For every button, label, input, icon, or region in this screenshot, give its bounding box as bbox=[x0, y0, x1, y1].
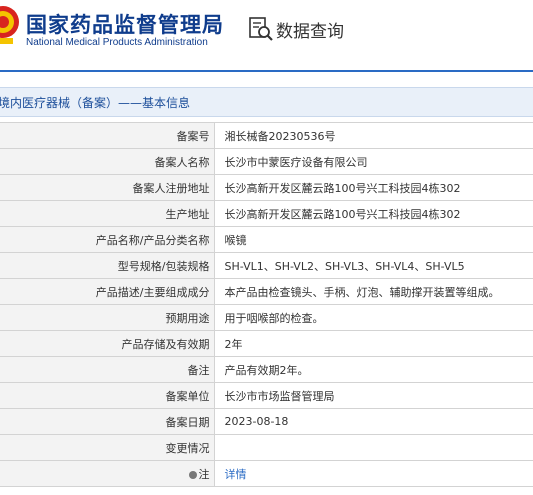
table-row: 产品存储及有效期 2年 bbox=[0, 330, 533, 357]
site-title: 国家药品监督管理局 bbox=[26, 13, 224, 37]
field-label-text: 型号规格/包装规格 bbox=[117, 259, 210, 273]
field-value: 湘长械备20230536号 bbox=[214, 122, 533, 149]
field-label-text: 产品名称/产品分类名称 bbox=[95, 233, 210, 247]
header-divider bbox=[0, 70, 533, 72]
field-value: 详情 bbox=[214, 460, 533, 487]
table-row: 变更情况 bbox=[0, 434, 533, 461]
table-row: 备案单位 长沙市市场监督管理局 bbox=[0, 382, 533, 409]
field-label: 备案号 bbox=[0, 122, 215, 149]
field-label: 预期用途 bbox=[0, 304, 215, 331]
field-label: 注 bbox=[0, 460, 215, 487]
table-row: 备案人注册地址 长沙高新开发区麓云路100号兴工科技园4栋302 bbox=[0, 174, 533, 201]
table-row: 备案日期 2023-08-18 bbox=[0, 408, 533, 435]
field-label-text: 备案号 bbox=[176, 129, 210, 143]
field-label: 备案人注册地址 bbox=[0, 174, 215, 201]
note-bullet-icon bbox=[188, 470, 197, 479]
field-label-text: 注 bbox=[198, 467, 210, 481]
field-value: 产品有效期2年。 bbox=[214, 356, 533, 383]
field-value-text: 本产品由检查镜头、手柄、灯泡、辅助撑开装置等组成。 bbox=[224, 285, 500, 299]
field-value-text: 长沙高新开发区麓云路100号兴工科技园4栋302 bbox=[224, 181, 461, 195]
table-row: 备案号 湘长械备20230536号 bbox=[0, 122, 533, 149]
field-value: 本产品由检查镜头、手柄、灯泡、辅助撑开装置等组成。 bbox=[214, 278, 533, 305]
field-value: 喉镜 bbox=[214, 226, 533, 253]
field-label-text: 备案单位 bbox=[165, 389, 210, 403]
table-row: 备案人名称 长沙市中蒙医疗设备有限公司 bbox=[0, 148, 533, 175]
field-label: 生产地址 bbox=[0, 200, 215, 227]
field-value-text: 产品有效期2年。 bbox=[224, 363, 309, 377]
field-value-text: 喉镜 bbox=[224, 233, 247, 247]
table-row: 预期用途 用于咽喉部的检查。 bbox=[0, 304, 533, 331]
field-value-text: 长沙市中蒙医疗设备有限公司 bbox=[224, 155, 368, 169]
field-label-text: 变更情况 bbox=[165, 441, 210, 455]
data-query-link[interactable]: 数据查询 bbox=[276, 17, 344, 42]
field-value bbox=[214, 434, 533, 461]
field-value-text: 湘长械备20230536号 bbox=[224, 129, 336, 143]
field-value: 长沙市中蒙医疗设备有限公司 bbox=[214, 148, 533, 175]
field-value: 2023-08-18 bbox=[214, 408, 533, 435]
field-value: 长沙市市场监督管理局 bbox=[214, 382, 533, 409]
field-label-text: 预期用途 bbox=[165, 311, 210, 325]
field-value: 用于咽喉部的检查。 bbox=[214, 304, 533, 331]
national-emblem-icon bbox=[0, 6, 19, 44]
field-label-text: 产品存储及有效期 bbox=[121, 337, 210, 351]
data-query-icon[interactable] bbox=[248, 16, 274, 42]
field-label: 备注 bbox=[0, 356, 215, 383]
table-row: 产品描述/主要组成成分 本产品由检查镜头、手柄、灯泡、辅助撑开装置等组成。 bbox=[0, 278, 533, 305]
record-info-table: 备案号 湘长械备20230536号 备案人名称 长沙市中蒙医疗设备有限公司 备案人注册地… bbox=[0, 122, 533, 487]
field-label: 变更情况 bbox=[0, 434, 215, 461]
field-value: 长沙高新开发区麓云路100号兴工科技园4栋302 bbox=[214, 174, 533, 201]
field-label: 产品存储及有效期 bbox=[0, 330, 215, 357]
field-label-text: 备案人名称 bbox=[154, 155, 210, 169]
field-label: 备案日期 bbox=[0, 408, 215, 435]
field-value-text: SH-VL1、SH-VL2、SH-VL3、SH-VL4、SH-VL5 bbox=[224, 259, 465, 273]
field-value-text: 长沙高新开发区麓云路100号兴工科技园4栋302 bbox=[224, 207, 461, 221]
field-value-text: 2023-08-18 bbox=[224, 415, 289, 428]
field-label: 备案人名称 bbox=[0, 148, 215, 175]
table-row: 生产地址 长沙高新开发区麓云路100号兴工科技园4栋302 bbox=[0, 200, 533, 227]
field-value: 2年 bbox=[214, 330, 533, 357]
site-header: 国家药品监督管理局 National Medical Products Admi… bbox=[0, 0, 533, 70]
field-label: 产品名称/产品分类名称 bbox=[0, 226, 215, 253]
field-value: 长沙高新开发区麓云路100号兴工科技园4栋302 bbox=[214, 200, 533, 227]
breadcrumb: 境内医疗器械（备案）——基本信息 bbox=[0, 96, 191, 110]
breadcrumb-bar: 境内医疗器械（备案）——基本信息 bbox=[0, 87, 533, 117]
field-label-text: 生产地址 bbox=[165, 207, 210, 221]
field-value-text: 长沙市市场监督管理局 bbox=[224, 389, 335, 403]
field-value: SH-VL1、SH-VL2、SH-VL3、SH-VL4、SH-VL5 bbox=[214, 252, 533, 279]
field-label: 型号规格/包装规格 bbox=[0, 252, 215, 279]
field-value-text: 2年 bbox=[224, 337, 243, 351]
field-label-text: 备注 bbox=[187, 363, 210, 377]
field-label: 备案单位 bbox=[0, 382, 215, 409]
field-label-text: 备案人注册地址 bbox=[132, 181, 210, 195]
field-label-text: 产品描述/主要组成成分 bbox=[95, 285, 210, 299]
table-row: 型号规格/包装规格 SH-VL1、SH-VL2、SH-VL3、SH-VL4、SH-… bbox=[0, 252, 533, 279]
table-row: 注 详情 bbox=[0, 460, 533, 487]
detail-link[interactable]: 详情 bbox=[225, 468, 247, 481]
table-row: 产品名称/产品分类名称 喉镜 bbox=[0, 226, 533, 253]
field-value-text: 用于咽喉部的检查。 bbox=[224, 311, 324, 325]
field-label-text: 备案日期 bbox=[165, 415, 210, 429]
table-row: 备注 产品有效期2年。 bbox=[0, 356, 533, 383]
site-subtitle: National Medical Products Administration bbox=[26, 37, 208, 48]
field-label: 产品描述/主要组成成分 bbox=[0, 278, 215, 305]
